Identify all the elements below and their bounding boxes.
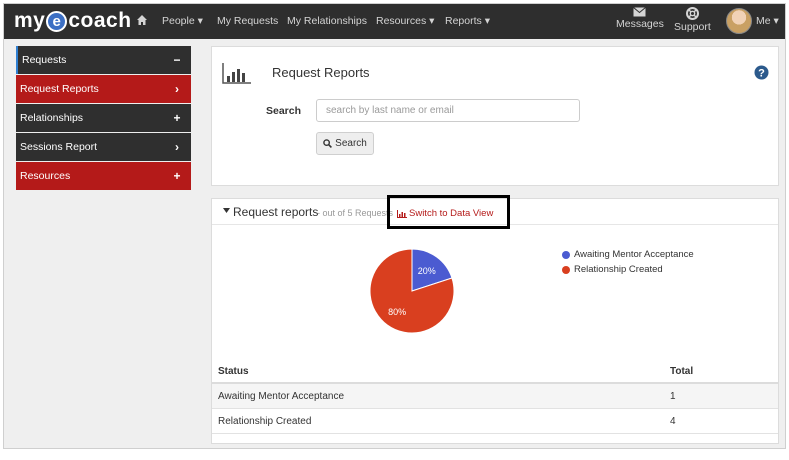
legend-label: Awaiting Mentor Acceptance: [574, 249, 694, 260]
sidebar-item-label: Sessions Report: [20, 141, 98, 153]
sidebar-item-sessions-report[interactable]: Sessions Report ›: [16, 133, 191, 161]
sidebar-item-relationships[interactable]: Relationships +: [16, 104, 191, 132]
legend-swatch: [562, 250, 570, 259]
sidebar: Requests − Request Reports › Relationshi…: [16, 46, 191, 191]
table-header-row: Status Total: [212, 359, 778, 384]
nav-my-relationships[interactable]: My Relationships: [287, 15, 367, 27]
chevron-right-icon: ›: [175, 140, 179, 154]
app-frame: my e coach People ▾ My Requests My Relat…: [3, 3, 786, 449]
plus-icon: +: [173, 111, 181, 125]
svg-text:?: ?: [758, 67, 765, 79]
table-row: Awaiting Mentor Acceptance 1: [212, 384, 778, 409]
search-label: Search: [266, 105, 302, 117]
support-link[interactable]: Support: [674, 7, 711, 33]
plus-icon: +: [173, 169, 181, 183]
sidebar-item-resources[interactable]: Resources +: [16, 162, 191, 190]
brand-logo[interactable]: my e coach: [14, 9, 132, 33]
nav-my-requests[interactable]: My Requests: [217, 15, 278, 27]
page-title: Request Reports: [272, 65, 370, 80]
lifebuoy-icon: [685, 7, 699, 20]
messages-link[interactable]: Messages: [616, 7, 664, 30]
legend-item: Relationship Created: [562, 264, 694, 275]
search-icon: [323, 139, 333, 148]
support-label: Support: [674, 21, 711, 33]
request-reports-results: Request reports - out of 5 Requests Swit…: [211, 195, 779, 444]
legend-swatch: [562, 265, 570, 274]
chevron-down-icon: ▾: [484, 15, 490, 27]
brand-text-left: my: [14, 9, 46, 32]
column-header-total: Total: [670, 366, 694, 377]
nav-reports[interactable]: Reports ▾: [445, 15, 490, 27]
sidebar-item-label: Resources: [20, 170, 71, 182]
nav-resources[interactable]: Resources ▾: [376, 15, 434, 27]
search-button-label: Search: [335, 138, 367, 149]
sidebar-item-requests[interactable]: Requests −: [16, 46, 191, 74]
sidebar-item-label: Requests: [22, 54, 67, 66]
top-navbar: my e coach People ▾ My Requests My Relat…: [4, 4, 785, 39]
brand-text-right: coach: [68, 9, 132, 32]
nav-people[interactable]: People ▾: [162, 15, 203, 27]
envelope-icon: [633, 7, 647, 17]
chevron-down-icon: ▾: [429, 15, 435, 27]
status-table: Status Total Awaiting Mentor Acceptance …: [212, 359, 778, 434]
column-header-status: Status: [218, 366, 249, 377]
pie-slice-label: 80%: [388, 307, 406, 317]
chevron-right-icon: ›: [175, 82, 179, 96]
brand-e-circle: e: [46, 10, 68, 32]
sidebar-item-request-reports[interactable]: Request Reports ›: [16, 75, 191, 103]
minus-icon: −: [173, 53, 181, 67]
chevron-down-icon: ▾: [197, 15, 203, 27]
sidebar-item-label: Request Reports: [20, 83, 99, 95]
chart-legend: Awaiting Mentor Acceptance Relationship …: [562, 249, 694, 279]
home-icon[interactable]: [136, 14, 148, 26]
legend-label: Relationship Created: [574, 264, 663, 275]
cell-status: Relationship Created: [218, 416, 312, 427]
pie-slice-label: 20%: [418, 266, 436, 276]
results-title: Request reports: [233, 205, 319, 219]
cell-total: 1: [670, 391, 676, 402]
avatar[interactable]: [726, 8, 752, 34]
request-reports-panel: Request Reports ? Search Search: [211, 46, 779, 186]
results-subtitle: - out of 5 Requests: [317, 208, 394, 218]
sidebar-item-label: Relationships: [20, 112, 84, 124]
cell-total: 4: [670, 416, 676, 427]
help-icon[interactable]: ?: [754, 65, 769, 80]
legend-item: Awaiting Mentor Acceptance: [562, 249, 694, 260]
messages-label: Messages: [616, 18, 664, 30]
status-pie-chart: 20% 80%: [369, 248, 455, 334]
caret-down-icon[interactable]: [223, 208, 230, 214]
search-input[interactable]: [316, 99, 580, 122]
user-menu-toggle[interactable]: Me ▾: [756, 15, 779, 27]
cell-status: Awaiting Mentor Acceptance: [218, 391, 345, 402]
bar-chart-icon: [222, 63, 251, 84]
highlight-annotation-box: [387, 195, 510, 229]
table-row: Relationship Created 4: [212, 409, 778, 434]
search-button[interactable]: Search: [316, 132, 374, 155]
